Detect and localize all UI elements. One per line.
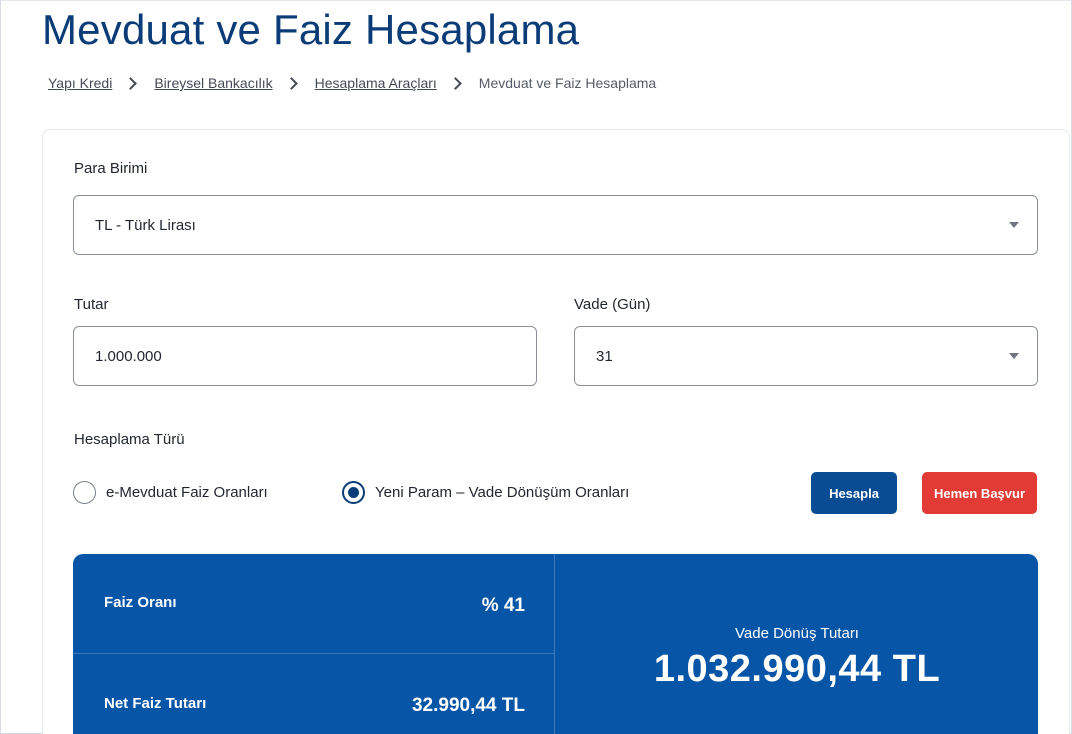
chevron-right-icon [124, 76, 138, 90]
radio-e-mevduat-label: e-Mevduat Faiz Oranları [106, 484, 268, 501]
currency-label: Para Birimi [74, 160, 148, 177]
radio-yeni-param-label: Yeni Param – Vade Dönüşüm Oranları [375, 484, 630, 501]
radio-circle[interactable] [73, 481, 96, 504]
breadcrumb-link-bireysel[interactable]: Bireysel Bankacılık [154, 75, 272, 91]
breadcrumb-current: Mevduat ve Faiz Hesaplama [478, 75, 657, 91]
radio-e-mevduat[interactable]: e-Mevduat Faiz Oranları [73, 481, 268, 504]
maturity-amount-label: Vade Dönüş Tutarı [735, 625, 859, 642]
maturity-amount-value: 1.032.990,44 TL [653, 648, 941, 690]
term-select-value: 31 [596, 347, 613, 365]
net-interest-label: Net Faiz Tutarı [104, 695, 207, 712]
apply-now-button[interactable]: Hemen Başvur [922, 472, 1037, 514]
page: Mevduat ve Faiz Hesaplama Yapı Kredi Bir… [0, 0, 1072, 734]
net-interest-value: 32.990,44 TL [411, 695, 525, 716]
calc-type-label: Hesaplama Türü [74, 431, 185, 448]
interest-rate-value: % 41 [481, 595, 525, 616]
currency-select-value: TL - Türk Lirası [95, 216, 196, 234]
breadcrumb-link-yapikredi[interactable]: Yapı Kredi [48, 75, 112, 91]
breadcrumb-link-hesaplama[interactable]: Hesaplama Araçları [315, 75, 437, 91]
term-select[interactable]: 31 [574, 326, 1038, 386]
chevron-right-icon [448, 76, 462, 90]
caret-down-icon [1009, 353, 1019, 359]
calculate-button[interactable]: Hesapla [811, 472, 897, 514]
amount-input[interactable]: 1.000.000 [73, 326, 537, 386]
radio-yeni-param[interactable]: Yeni Param – Vade Dönüşüm Oranları [342, 481, 629, 504]
result-panel: Faiz Oranı % 41 Net Faiz Tutarı 32.990,4… [73, 554, 1038, 734]
chevron-right-icon [284, 76, 298, 90]
caret-down-icon [1009, 222, 1019, 228]
net-interest-row: Net Faiz Tutarı 32.990,44 TL [73, 655, 555, 734]
page-title: Mevduat ve Faiz Hesaplama [42, 6, 580, 53]
interest-rate-row: Faiz Oranı % 41 [73, 554, 555, 654]
breadcrumb: Yapı Kredi Bireysel Bankacılık Hesaplama… [48, 73, 656, 93]
amount-label: Tutar [74, 296, 109, 313]
currency-select[interactable]: TL - Türk Lirası [73, 195, 1038, 255]
interest-rate-label: Faiz Oranı [104, 594, 177, 611]
radio-circle-checked[interactable] [342, 481, 365, 504]
term-label: Vade (Gün) [574, 296, 651, 313]
amount-input-value: 1.000.000 [95, 347, 162, 365]
